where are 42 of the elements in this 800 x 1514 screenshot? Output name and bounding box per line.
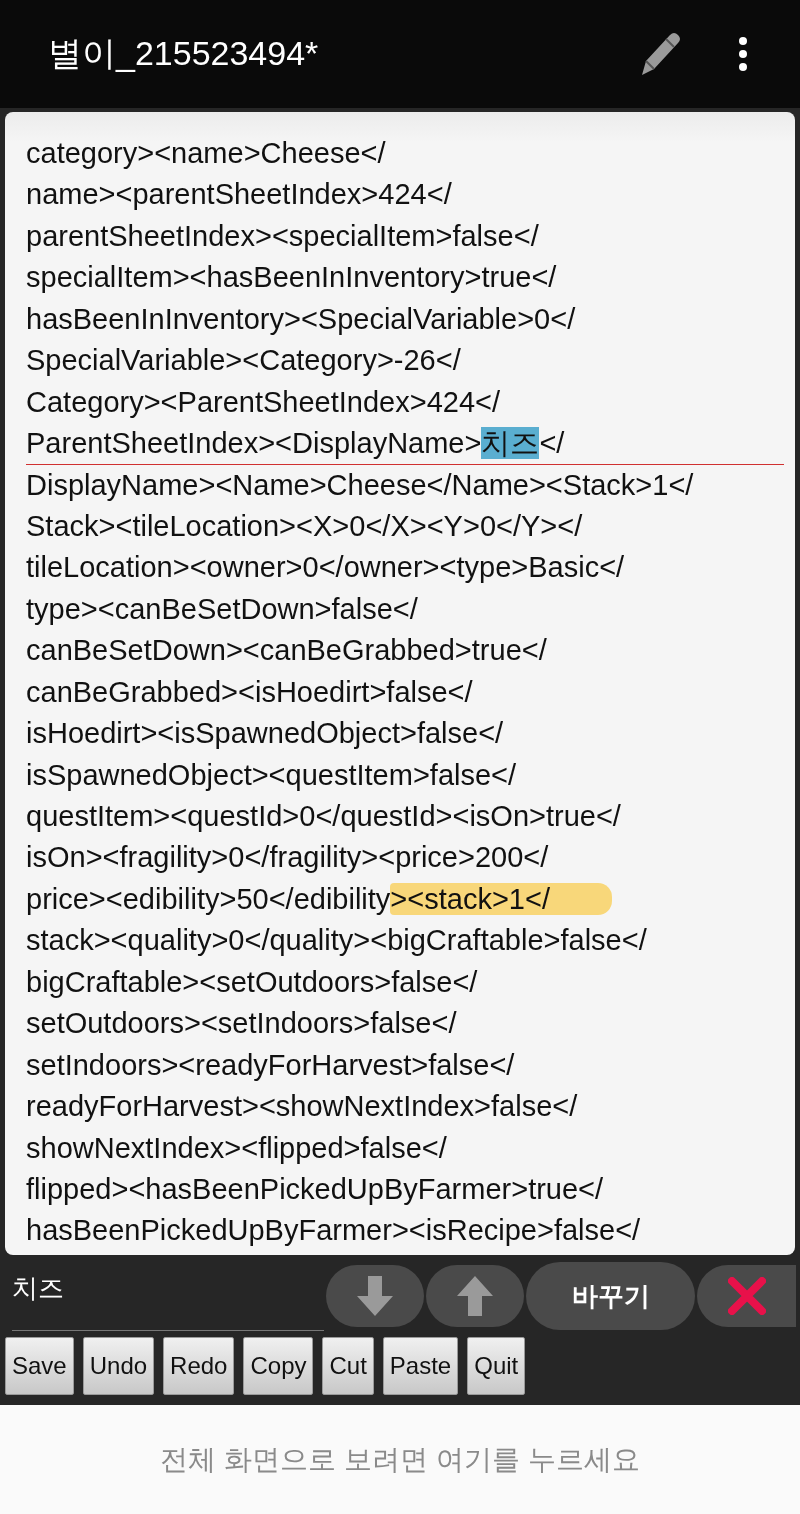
code-line: questItem><questId>0</questId><isOn>true</ [26,799,621,834]
arrow-up-icon [457,1276,493,1316]
more-options-icon[interactable] [738,37,748,71]
toolbar-button[interactable]: Quit [467,1337,526,1395]
code-line: bigCraftable><setOutdoors>false</ [26,964,478,1000]
close-icon [727,1277,766,1315]
code-line: stack><quality>0</quality><bigCraftable>false</ [26,923,647,959]
code-line: SpecialVariable><Category>-26</ [26,343,461,379]
toolbar-button[interactable]: Undo [82,1337,155,1395]
code-line: canBeGrabbed><isHoedirt>false</ [26,674,473,710]
toolbar-button[interactable]: Redo [163,1337,235,1395]
code-line: hasBeenPickedUpByFarmer><isRecipe>false</ [26,1213,641,1249]
code-line: Stack><tileLocation><X>0</X><Y>0</Y></ [26,508,583,544]
code-line: readyForHarvest><showNextIndex>false</ [26,1089,578,1125]
replace-button[interactable]: 바꾸기 [526,1262,695,1330]
code-line: hasBeenInInventory><SpecialVariable>0</ [26,301,576,337]
code-line: type><canBeSetDown>false</ [26,591,418,627]
code-line: showNextIndex><flipped>false</ [26,1130,447,1166]
toolbar-button[interactable]: Cut [322,1337,374,1395]
code-line: name><parentSheetIndex>424</ [26,177,452,213]
code-line: DisplayName><Name>Cheese</Name><Stack>1</ [26,467,694,503]
code-line: isSpawnedObject><questItem>false</ [26,757,517,793]
code-line: flipped><hasBeenPickedUpByFarmer>true</ [26,1171,604,1207]
code-line: price><edibility>50</edibility><stack>1</ [26,878,612,921]
close-find-button[interactable] [697,1265,796,1327]
toolbar-button[interactable]: Paste [382,1337,459,1395]
arrow-down-icon [357,1276,393,1316]
code-line: isOn><fragility>0</fragility><price>200</ [26,840,549,876]
code-line: canBeSetDown><canBeGrabbed>true</ [26,633,547,669]
code-line: Category><ParentSheetIndex>424</ [26,384,501,420]
code-line: setOutdoors><setIndoors>false</ [26,1006,457,1042]
code-line: setIndoors><readyForHarvest>false</ [26,1047,515,1083]
find-field[interactable]: 치즈 [12,1267,324,1331]
code-line: tileLocation><owner>0</owner><type>Basic</ [26,550,625,586]
code-line: specialItem><hasBeenInInventory>true</ [26,260,557,296]
toolbar-button[interactable]: Copy [243,1337,314,1395]
code-line: isHoedirt><isSpawnedObject>false</ [26,716,504,752]
code-line: category><name>Cheese</ [26,136,386,171]
document-title: 별이_215523494* [48,33,320,74]
toolbar-button[interactable]: Save [5,1337,74,1395]
code-line: ParentSheetIndex><DisplayName>치즈</ [26,423,784,465]
code-line: parentSheetIndex><specialItem>false</ [26,218,539,254]
